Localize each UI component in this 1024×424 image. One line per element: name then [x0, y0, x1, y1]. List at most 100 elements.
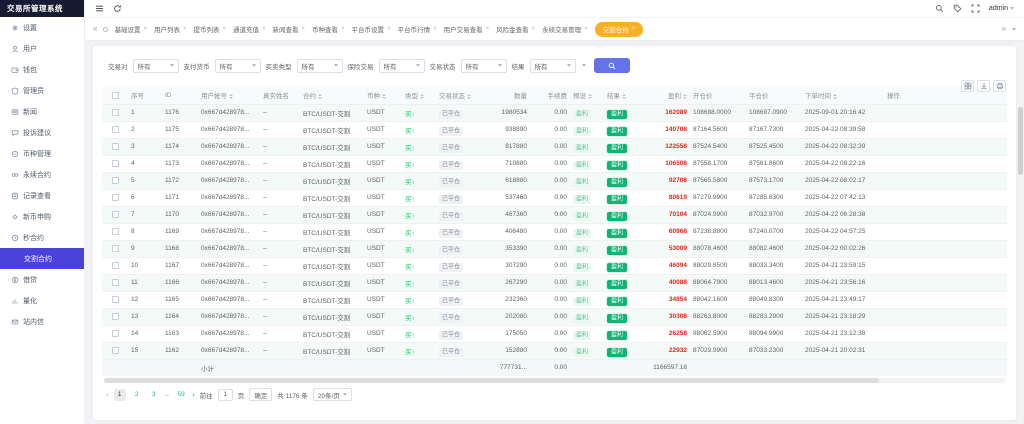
page-size-select[interactable]: 20条/页	[313, 388, 352, 401]
sidebar-item[interactable]: 钱包	[0, 59, 84, 80]
close-tab-icon[interactable]: ×	[632, 26, 636, 32]
row-checkbox[interactable]	[112, 126, 119, 133]
row-checkbox[interactable]	[112, 279, 119, 286]
sidebar-item[interactable]: 交割合约	[0, 248, 84, 269]
user-menu[interactable]: admin	[989, 5, 1014, 12]
more-pages-icon[interactable]: ...	[165, 391, 170, 398]
expand-filters-icon[interactable]	[582, 64, 586, 67]
row-checkbox[interactable]	[112, 313, 119, 320]
tab-item[interactable]: 新闻查看×	[273, 24, 306, 34]
fullscreen-icon[interactable]	[971, 0, 980, 18]
close-tab-icon[interactable]: ×	[387, 26, 391, 32]
tab-item[interactable]: 平台币行情×	[398, 24, 437, 34]
column-header-contract[interactable]: 合约	[300, 87, 364, 104]
tab-item[interactable]: 通道充值×	[233, 24, 266, 34]
insurance-trade-select[interactable]: 所有	[379, 59, 425, 73]
close-tab-icon[interactable]: ×	[222, 26, 226, 32]
refresh-tab-icon[interactable]	[103, 27, 108, 32]
download-icon[interactable]	[977, 80, 990, 92]
row-checkbox[interactable]	[112, 160, 119, 167]
close-tab-icon[interactable]: ×	[433, 26, 437, 32]
cell-close: 88094.9900	[746, 325, 802, 342]
sidebar-item[interactable]: 秒合约	[0, 227, 84, 248]
print-icon[interactable]	[993, 80, 1006, 92]
columns-icon[interactable]	[961, 80, 974, 92]
row-checkbox[interactable]	[112, 211, 119, 218]
tab-item[interactable]: 提币列表×	[193, 24, 226, 34]
tab-item[interactable]: 永续交易管理×	[542, 24, 588, 34]
tab-item[interactable]: 交割合约×	[595, 22, 644, 37]
sidebar-item[interactable]: 设置	[0, 17, 84, 38]
page-button[interactable]: 3	[148, 389, 160, 401]
hamburger-icon[interactable]	[95, 0, 104, 18]
sidebar-item[interactable]: 币种管理	[0, 143, 84, 164]
column-header-account[interactable]: 用户帐号	[198, 87, 260, 104]
clock-icon	[11, 234, 19, 242]
tab-menu-icon[interactable]	[1012, 28, 1016, 31]
column-header-profit[interactable]: 盈利	[640, 87, 690, 104]
close-tab-icon[interactable]: ×	[183, 26, 187, 32]
sidebar-item[interactable]: 记录查看	[0, 185, 84, 206]
confirm-button[interactable]: 确定	[249, 388, 272, 401]
row-checkbox[interactable]	[112, 262, 119, 269]
close-tab-icon[interactable]: ×	[143, 26, 147, 32]
row-checkbox[interactable]	[112, 347, 119, 354]
close-tab-icon[interactable]: ×	[584, 26, 588, 32]
next-page-icon[interactable]: ›	[192, 391, 195, 399]
row-checkbox[interactable]	[112, 245, 119, 252]
row-checkbox[interactable]	[112, 143, 119, 150]
trading-pair-select[interactable]: 所有	[133, 59, 179, 73]
close-tab-icon[interactable]: ×	[341, 26, 345, 32]
result-select[interactable]: 所有	[530, 59, 576, 73]
close-tab-icon[interactable]: ×	[262, 26, 266, 32]
column-header-type[interactable]: 类型	[402, 87, 436, 104]
vertical-scrollbar[interactable]	[1018, 45, 1023, 422]
sidebar-item[interactable]: 永续合约	[0, 164, 84, 185]
sidebar-item[interactable]: 投诉建议	[0, 122, 84, 143]
column-header-preset[interactable]: 预设	[570, 87, 604, 104]
close-tab-icon[interactable]: ×	[302, 26, 306, 32]
sidebar-item[interactable]: 新币申购	[0, 206, 84, 227]
tag-icon[interactable]	[953, 0, 962, 18]
tab-item[interactable]: 风险金查看×	[496, 24, 535, 34]
trade-status-select[interactable]: 所有	[461, 59, 507, 73]
column-header-currency[interactable]: 币种	[364, 87, 402, 104]
column-header-status[interactable]: 交易状态	[436, 87, 480, 104]
tab-item[interactable]: 用户交易查看×	[444, 24, 490, 34]
trade-type-select[interactable]: 所有	[297, 59, 343, 73]
sidebar-item[interactable]: 管理员	[0, 80, 84, 101]
tab-item[interactable]: 基础设置×	[114, 24, 147, 34]
prev-page-icon[interactable]: ‹	[106, 391, 109, 399]
sidebar-item[interactable]: 站内信	[0, 311, 84, 332]
cell-contract: BTC/USDT-交割	[300, 274, 364, 291]
collapse-tabs-icon[interactable]: «	[93, 25, 97, 33]
sidebar-item[interactable]: 用户	[0, 38, 84, 59]
page-button[interactable]: 1	[114, 389, 126, 401]
close-tab-icon[interactable]: ×	[486, 26, 490, 32]
tab-item[interactable]: 平台币设置×	[352, 24, 391, 34]
sidebar-item[interactable]: 新闻	[0, 101, 84, 122]
page-button[interactable]: 59	[175, 389, 187, 401]
column-header-result[interactable]: 结果	[604, 87, 640, 104]
payment-currency-select[interactable]: 所有	[215, 59, 261, 73]
sidebar-item[interactable]: 借贷	[0, 269, 84, 290]
select-all-checkbox[interactable]	[112, 92, 119, 99]
row-checkbox[interactable]	[112, 109, 119, 116]
column-header-time[interactable]: 下单时间	[802, 87, 884, 104]
search-button[interactable]	[594, 58, 630, 73]
page-button[interactable]: 2	[131, 389, 143, 401]
page-jump-input[interactable]: 1	[218, 389, 233, 401]
refresh-icon[interactable]	[113, 0, 122, 18]
close-tab-icon[interactable]: ×	[532, 26, 536, 32]
cell-open: 87029.9900	[690, 342, 746, 359]
search-icon[interactable]	[935, 0, 944, 18]
row-checkbox[interactable]	[112, 330, 119, 337]
sidebar-item[interactable]: 量化	[0, 290, 84, 311]
row-checkbox[interactable]	[112, 228, 119, 235]
expand-tabs-icon[interactable]: »	[1002, 25, 1006, 33]
row-checkbox[interactable]	[112, 194, 119, 201]
row-checkbox[interactable]	[112, 296, 119, 303]
tab-item[interactable]: 币种查看×	[312, 24, 345, 34]
row-checkbox[interactable]	[112, 177, 119, 184]
tab-item[interactable]: 用户列表×	[154, 24, 187, 34]
